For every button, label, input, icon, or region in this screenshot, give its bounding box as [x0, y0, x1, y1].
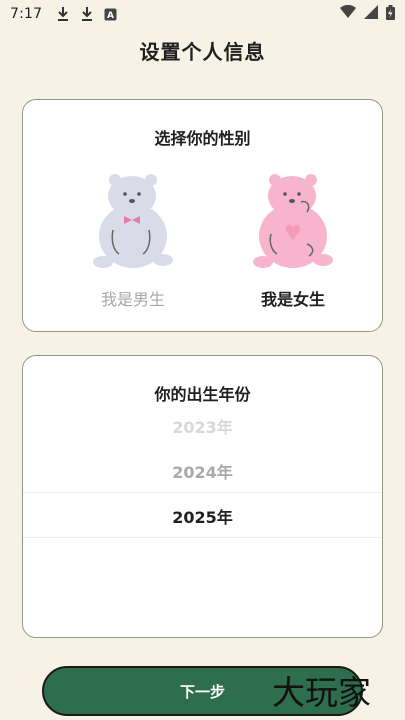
- picker-divider: [23, 492, 382, 493]
- wifi-icon: [340, 4, 356, 23]
- year-option[interactable]: 2023年: [23, 414, 382, 438]
- battery-icon: [386, 4, 395, 24]
- status-time: 7:17: [10, 6, 43, 22]
- picker-divider: [23, 537, 382, 538]
- birth-year-card: 你的出生年份 2023年 2024年 2025年: [22, 355, 383, 638]
- download-icon: [56, 6, 70, 22]
- gender-label-male: 我是男生: [100, 290, 165, 309]
- svg-text:A: A: [107, 11, 114, 21]
- year-option[interactable]: 2024年: [23, 459, 382, 483]
- birth-year-card-title: 你的出生年份: [154, 385, 251, 404]
- male-bear-icon: [93, 174, 173, 268]
- gender-label-female: 我是女生: [260, 290, 325, 309]
- gender-option-female[interactable]: 我是女生: [223, 172, 363, 322]
- signal-icon: [364, 5, 378, 23]
- gender-card: 选择你的性别 我是男生 我是女生: [22, 99, 383, 332]
- page-title: 设置个人信息: [139, 40, 266, 64]
- year-option-selected[interactable]: 2025年: [23, 504, 382, 528]
- download-icon: [80, 6, 94, 22]
- keyboard-a-icon: A: [104, 8, 117, 21]
- gender-card-title: 选择你的性别: [154, 129, 251, 148]
- female-bear-icon: [253, 174, 333, 268]
- status-bar: 7:17 A: [0, 0, 405, 28]
- watermark-logo: 大玩家: [272, 673, 371, 712]
- gender-option-male[interactable]: 我是男生: [63, 172, 203, 322]
